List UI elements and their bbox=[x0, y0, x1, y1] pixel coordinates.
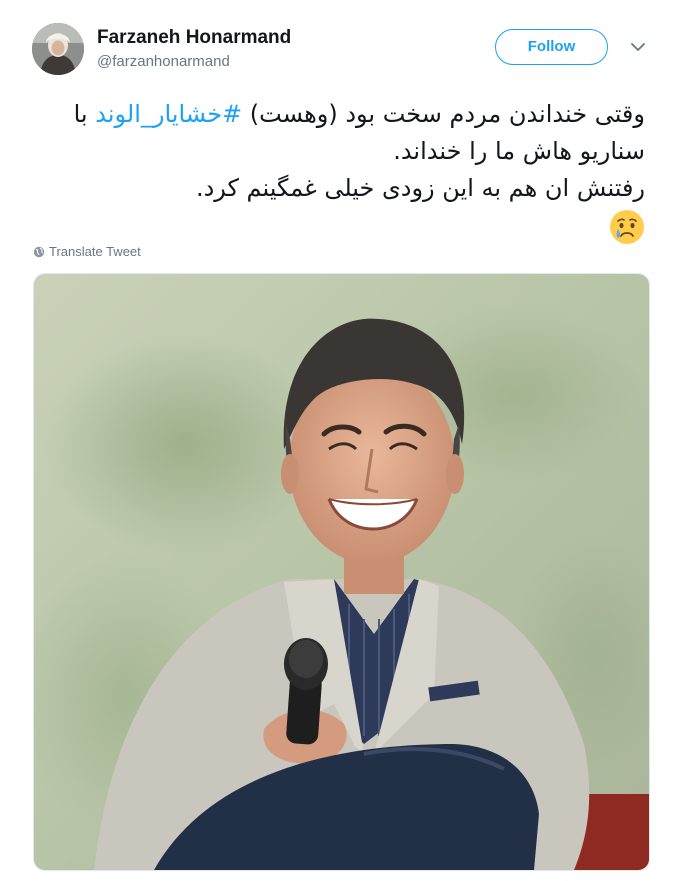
tweet-photo[interactable] bbox=[33, 273, 650, 871]
hashtag-link[interactable]: #خشایار_الوند bbox=[95, 100, 242, 128]
tweet-text: وقتی خنداندن مردم سخت بود (وهست) #خشایار… bbox=[40, 96, 645, 245]
tweet-card: Farzaneh Honarmand @farzanhonarmand Foll… bbox=[0, 0, 684, 881]
tweet-text-segment: با bbox=[73, 100, 96, 128]
chevron-down-icon[interactable] bbox=[630, 40, 646, 52]
crying-face-emoji-icon bbox=[609, 209, 645, 245]
tweet-line-3: رفتنش ان هم به این زودی خیلی غمگینم کرد. bbox=[195, 174, 645, 202]
user-handle[interactable]: @farzanhonarmand bbox=[97, 53, 230, 70]
tweet-text-segment: وقتی خنداندن مردم سخت بود (وهست) bbox=[242, 100, 645, 128]
avatar[interactable] bbox=[32, 23, 84, 75]
user-name[interactable]: Farzaneh Honarmand bbox=[97, 27, 291, 49]
tweet-line-2: سناریو هاش ما را خنداند. bbox=[393, 137, 645, 165]
follow-button[interactable]: Follow bbox=[495, 29, 608, 65]
translate-tweet-link[interactable]: Translate Tweet bbox=[33, 244, 141, 259]
tweet-line-1: وقتی خنداندن مردم سخت بود (وهست) #خشایار… bbox=[40, 96, 645, 133]
translate-label: Translate Tweet bbox=[49, 244, 141, 259]
globe-icon bbox=[33, 246, 45, 258]
